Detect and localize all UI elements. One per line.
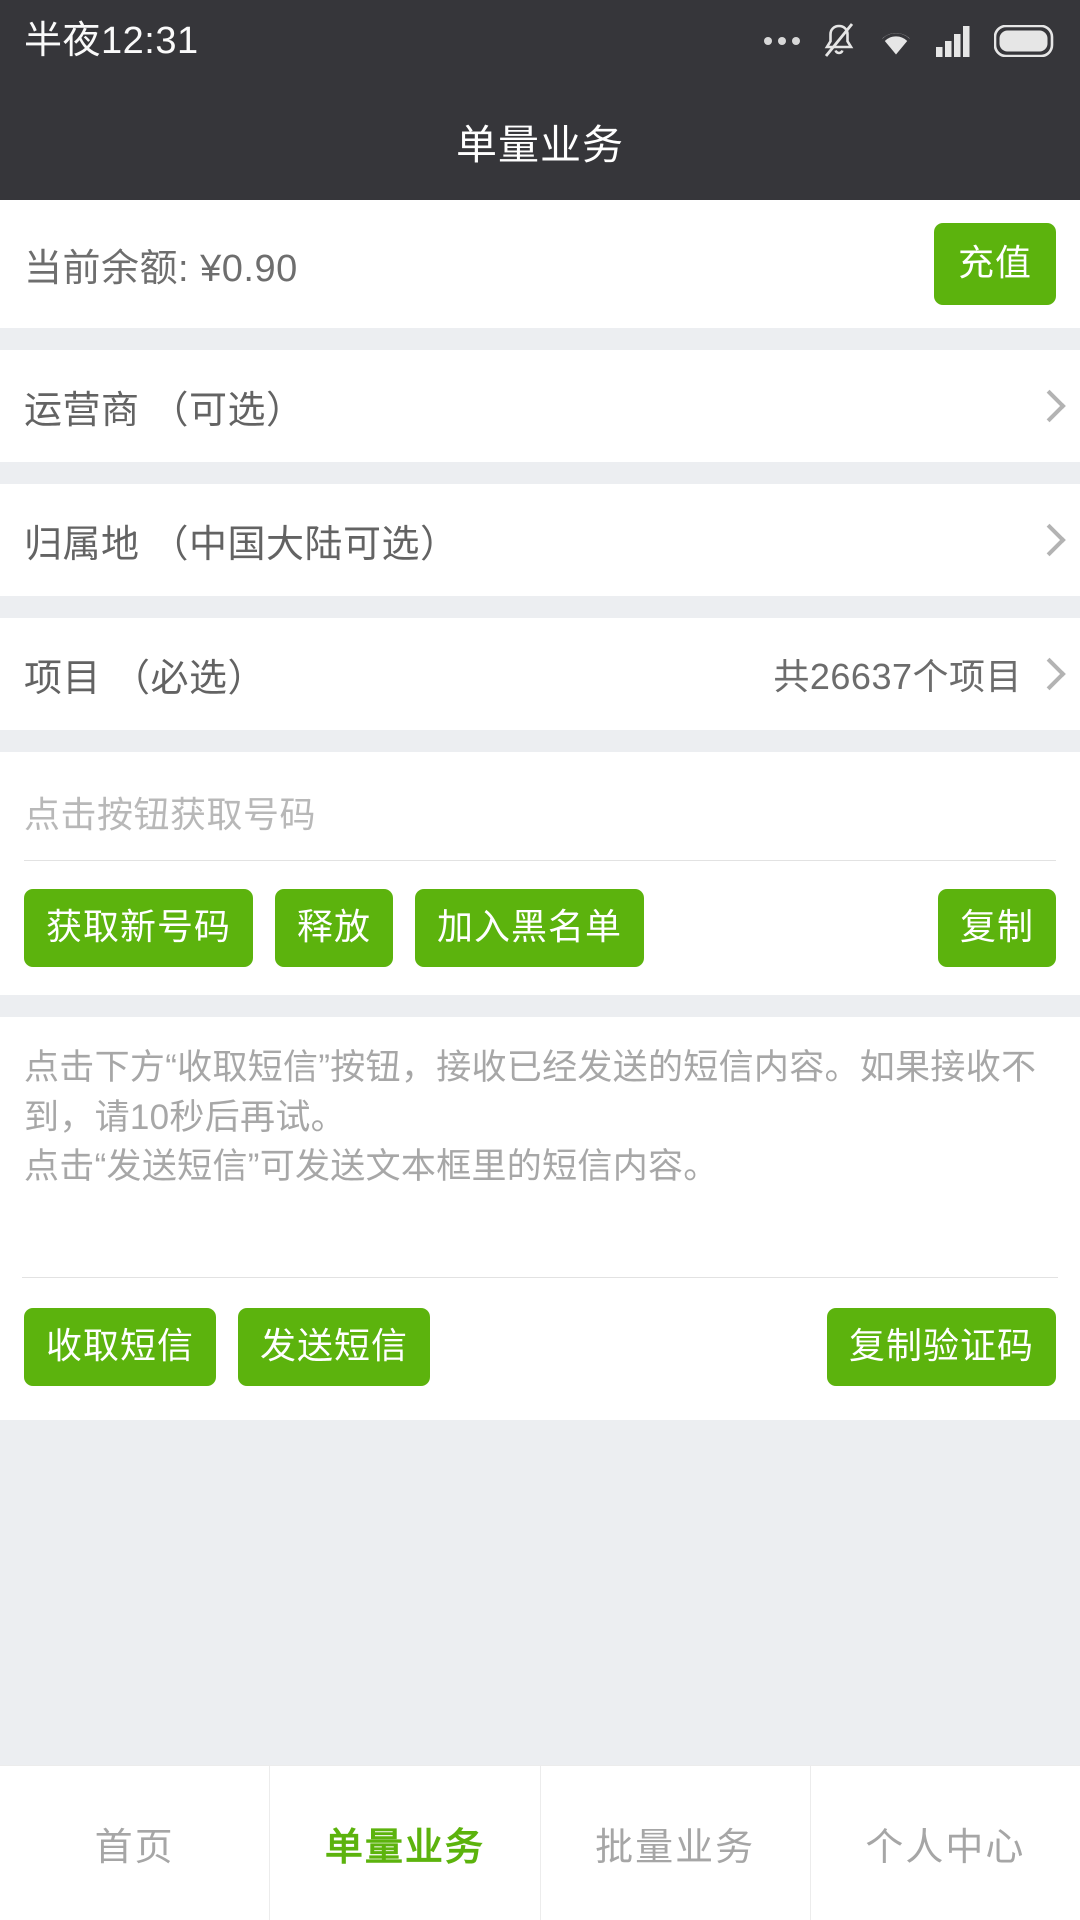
tab-profile[interactable]: 个人中心 <box>811 1766 1080 1920</box>
row-project[interactable]: 项目 （必选） 共26637个项目 <box>0 618 1080 730</box>
number-button-row: 获取新号码 释放 加入黑名单 复制 <box>24 861 1056 967</box>
wifi-icon <box>876 25 916 57</box>
bottom-tab-bar: 首页 单量业务 批量业务 个人中心 <box>0 1765 1080 1920</box>
status-icon-group <box>764 22 1054 60</box>
region-card: 归属地 （中国大陆可选） <box>0 484 1080 596</box>
section-gap <box>0 596 1080 618</box>
chevron-right-icon <box>1038 658 1056 690</box>
copy-verification-code-button[interactable]: 复制验证码 <box>826 1308 1056 1386</box>
get-new-number-button[interactable]: 获取新号码 <box>24 889 254 967</box>
navigation-bar: 单量业务 <box>0 82 1080 200</box>
copy-number-button[interactable]: 复制 <box>937 889 1056 967</box>
section-gap <box>0 328 1080 350</box>
receive-sms-button[interactable]: 收取短信 <box>24 1308 217 1386</box>
balance-card: 当前余额: ¥0.90 充值 <box>0 200 1080 328</box>
section-gap <box>0 730 1080 752</box>
row-region-label: 归属地 （中国大陆可选） <box>24 523 459 566</box>
send-sms-button[interactable]: 发送短信 <box>238 1308 431 1386</box>
sms-button-row: 收取短信 发送短信 复制验证码 <box>22 1278 1058 1420</box>
phone-number-display[interactable]: 点击按钮获取号码 <box>24 786 1056 860</box>
chevron-right-icon <box>1038 524 1056 556</box>
app-screen: 半夜12:31 单量业务 当前余额: ¥0.90 充值 运营商 （可选） 归属地… <box>0 0 1080 1920</box>
recharge-button[interactable]: 充值 <box>933 223 1056 305</box>
balance-label: 当前余额: ¥0.90 <box>24 247 298 290</box>
status-time: 半夜12:31 <box>24 20 199 62</box>
chevron-right-icon <box>1038 390 1056 422</box>
tab-single-order[interactable]: 单量业务 <box>270 1766 541 1920</box>
page-title: 单量业务 <box>456 122 624 168</box>
battery-icon <box>994 25 1054 57</box>
row-project-label: 项目 （必选） <box>24 657 267 700</box>
tab-home[interactable]: 首页 <box>0 1766 271 1920</box>
row-project-count: 共26637个项目 <box>773 656 1022 697</box>
page-content: 当前余额: ¥0.90 充值 运营商 （可选） 归属地 （中国大陆可选） 项目 … <box>0 200 1080 1765</box>
row-carrier-label: 运营商 （可选） <box>24 389 305 432</box>
more-dots-icon <box>764 37 800 45</box>
section-gap <box>0 995 1080 1017</box>
number-card: 点击按钮获取号码 获取新号码 释放 加入黑名单 复制 <box>0 752 1080 995</box>
balance-row: 当前余额: ¥0.90 充值 <box>0 200 1080 328</box>
tab-bulk-order[interactable]: 批量业务 <box>541 1766 811 1920</box>
project-card: 项目 （必选） 共26637个项目 <box>0 618 1080 730</box>
add-blacklist-button[interactable]: 加入黑名单 <box>415 889 645 967</box>
row-carrier[interactable]: 运营商 （可选） <box>0 350 1080 462</box>
sms-card: 收取短信 发送短信 复制验证码 <box>0 1017 1080 1420</box>
signal-icon <box>936 25 974 57</box>
number-block: 点击按钮获取号码 获取新号码 释放 加入黑名单 复制 <box>0 752 1080 995</box>
sms-block: 收取短信 发送短信 复制验证码 <box>0 1017 1080 1420</box>
release-number-button[interactable]: 释放 <box>275 889 394 967</box>
section-gap <box>0 462 1080 484</box>
sms-textarea[interactable] <box>22 1043 1058 1265</box>
status-bar: 半夜12:31 <box>0 0 1080 82</box>
carrier-card: 运营商 （可选） <box>0 350 1080 462</box>
row-region[interactable]: 归属地 （中国大陆可选） <box>0 484 1080 596</box>
bell-muted-icon <box>822 22 856 60</box>
